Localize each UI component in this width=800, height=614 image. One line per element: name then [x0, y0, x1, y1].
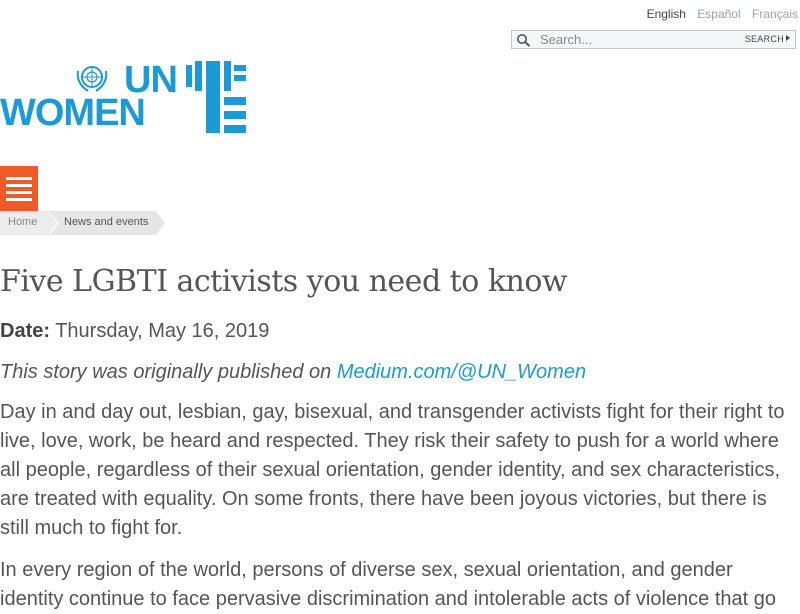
source-note: This story was originally published on M… — [0, 361, 586, 384]
breadcrumb-arrow — [156, 211, 165, 235]
breadcrumb-home-label: Home — [8, 216, 38, 228]
search-button[interactable]: SEARCH — [745, 34, 790, 44]
breadcrumb-home[interactable]: Home — [0, 211, 59, 235]
date-value: Thursday, May 16, 2019 — [55, 320, 270, 342]
menu-button[interactable] — [0, 166, 38, 211]
triangle-right-icon — [786, 35, 790, 41]
article-paragraph-2: In every region of the world, persons of… — [0, 559, 777, 610]
article-paragraph-1: Day in and day out, lesbian, gay, bisexu… — [0, 401, 785, 539]
search-input[interactable] — [540, 32, 740, 47]
source-prefix: This story was originally published on — [0, 361, 337, 383]
women-symbol-icon — [186, 61, 246, 133]
logo-text-women: WOMEN — [0, 92, 146, 134]
language-english[interactable]: English — [647, 7, 686, 21]
search-button-label: SEARCH — [744, 34, 784, 44]
article-date: Date: Thursday, May 16, 2019 — [0, 320, 269, 343]
medium-link[interactable]: Medium.com/@UN_Women — [337, 361, 586, 383]
article-title: Five LGBTI activists you need to know — [0, 264, 568, 299]
un-women-logo[interactable]: UN WOMEN — [0, 58, 250, 136]
language-espanol[interactable]: Español — [697, 7, 740, 21]
search-box: SEARCH — [511, 30, 796, 49]
language-switcher: English Español Français — [639, 7, 798, 21]
date-label: Date: — [0, 320, 51, 342]
breadcrumb-news-label: News and events — [64, 216, 149, 228]
breadcrumb-arrow — [48, 211, 57, 235]
language-francais[interactable]: Français — [752, 7, 798, 21]
breadcrumb-news-and-events[interactable]: News and events — [48, 211, 165, 235]
search-icon — [517, 34, 531, 47]
un-emblem-icon — [76, 66, 108, 92]
